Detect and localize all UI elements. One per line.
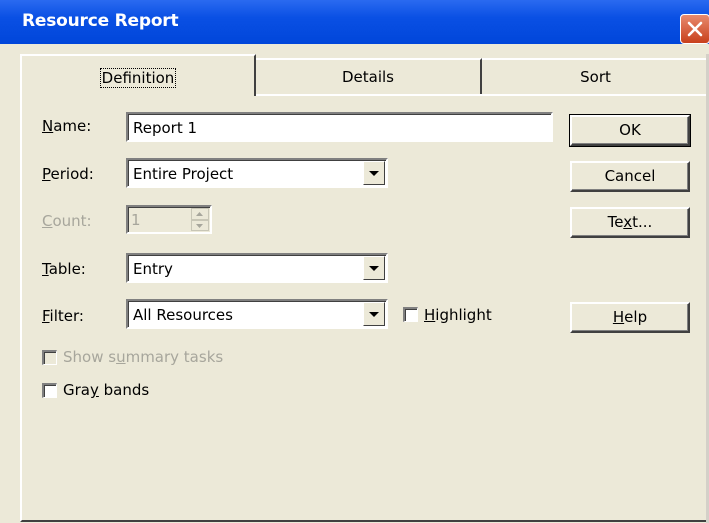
cancel-button[interactable]: Cancel — [570, 161, 690, 192]
period-label: Period: — [42, 165, 94, 183]
name-input-value: Report 1 — [133, 119, 198, 137]
show-summary-tasks-checkbox[interactable] — [42, 350, 57, 365]
period-select-value: Entire Project — [133, 165, 234, 183]
spin-down-button[interactable] — [191, 219, 209, 231]
filter-dropdown-button[interactable] — [363, 302, 385, 326]
table-dropdown-button[interactable] — [363, 256, 385, 280]
filter-select-value: All Resources — [133, 306, 233, 324]
chevron-up-icon — [196, 212, 203, 216]
count-spin-buttons — [191, 208, 209, 231]
count-stepper[interactable]: 1 — [126, 205, 212, 234]
close-icon — [687, 21, 703, 37]
name-input[interactable]: Report 1 — [126, 112, 553, 142]
window-title: Resource Report — [22, 11, 179, 31]
help-button[interactable]: Help — [570, 302, 690, 333]
table-select[interactable]: Entry — [126, 253, 388, 283]
ok-button[interactable]: OK — [569, 114, 691, 147]
text-button[interactable]: Text... — [570, 207, 690, 238]
table-select-value: Entry — [133, 260, 173, 278]
tab-sort[interactable]: Sort — [482, 58, 709, 94]
spin-up-button[interactable] — [191, 208, 209, 220]
count-stepper-value: 1 — [131, 211, 141, 229]
gray-bands-checkbox[interactable] — [42, 383, 57, 398]
tab-details[interactable]: Details — [256, 58, 482, 94]
table-label: Table: — [42, 260, 86, 278]
show-summary-tasks-label: Show summary tasks — [63, 348, 224, 366]
close-button[interactable] — [680, 14, 709, 44]
chevron-down-icon — [196, 223, 203, 228]
chevron-down-icon — [369, 171, 379, 176]
tab-details-label: Details — [341, 68, 394, 86]
count-label: Count: — [42, 212, 92, 230]
period-select[interactable]: Entire Project — [126, 158, 388, 188]
title-bar: Resource Report — [0, 0, 709, 44]
tab-definition-label: Definition — [99, 68, 177, 88]
chevron-down-icon — [369, 266, 379, 271]
filter-label: Filter: — [42, 307, 84, 325]
period-dropdown-button[interactable] — [363, 161, 385, 185]
gray-bands-label[interactable]: Gray bands — [63, 381, 149, 399]
highlight-checkbox[interactable] — [403, 307, 418, 322]
chevron-down-icon — [369, 312, 379, 317]
name-label: Name: — [42, 117, 92, 135]
tab-sort-label: Sort — [580, 68, 611, 86]
highlight-label[interactable]: Highlight — [424, 306, 492, 324]
filter-select[interactable]: All Resources — [126, 299, 388, 329]
tab-definition[interactable]: Definition — [20, 54, 256, 96]
